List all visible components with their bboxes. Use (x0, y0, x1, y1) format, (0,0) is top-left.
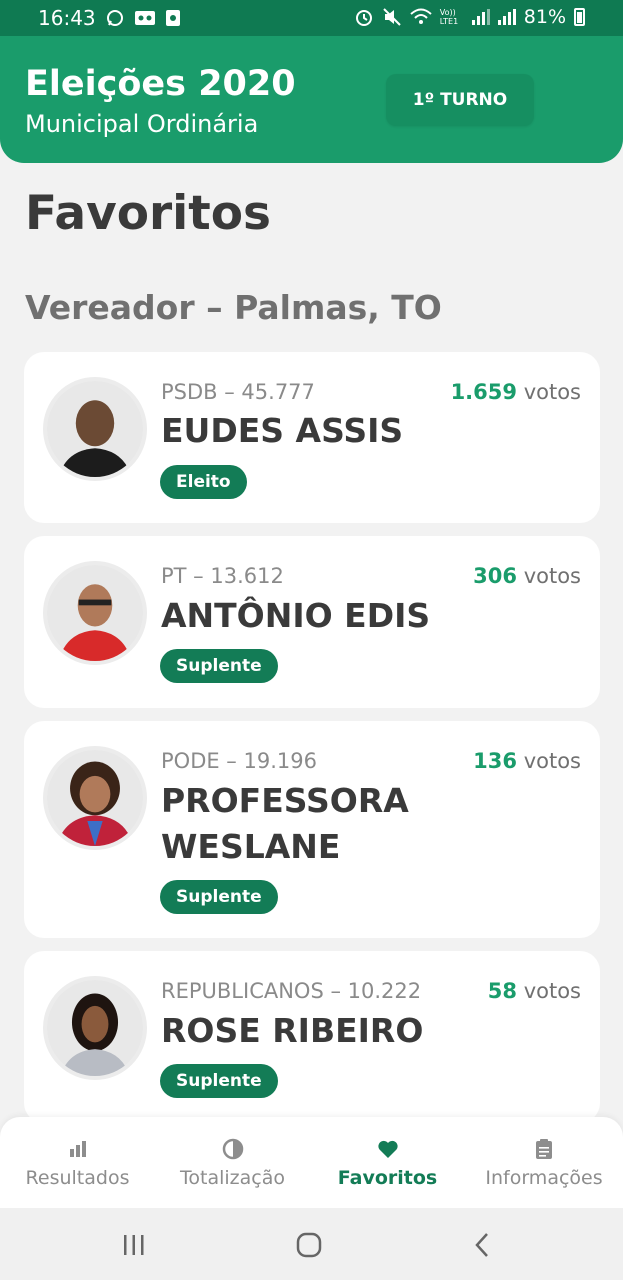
voicemail-icon (135, 11, 155, 25)
candidate-name: ROSE RIBEIRO (161, 1011, 424, 1050)
candidate-card[interactable]: PT – 13.612 306 votos ANTÔNIO EDIS Suple… (24, 536, 600, 708)
candidate-votes: 58 votos (487, 979, 581, 1003)
clipboard-icon (536, 1138, 552, 1159)
header-subtitle: Municipal Ordinária (25, 110, 259, 138)
nav-informacoes[interactable]: Informações (465, 1117, 623, 1208)
status-time: 16:43 (38, 6, 96, 30)
mute-icon (383, 8, 401, 26)
status-bar: 16:43 Vo)) LTE1 81% (0, 0, 623, 36)
system-nav-bar (0, 1208, 623, 1280)
nav-resultados[interactable]: Resultados (0, 1117, 155, 1208)
turno-button[interactable]: 1º TURNO (386, 74, 534, 126)
app-header: Eleições 2020 Municipal Ordinária 1º TUR… (0, 36, 623, 163)
back-icon[interactable] (468, 1230, 498, 1260)
home-icon[interactable] (294, 1230, 324, 1260)
candidate-party: PSDB – 45.777 (161, 380, 315, 404)
app-notification-icon (166, 10, 180, 26)
page-title: Favoritos (25, 186, 272, 241)
candidate-avatar (43, 746, 147, 850)
wifi-icon (410, 8, 432, 24)
battery-icon (574, 8, 585, 26)
nav-favoritos[interactable]: Favoritos (310, 1117, 465, 1208)
nav-label: Totalização (180, 1166, 285, 1189)
lte-label: Vo)) LTE1 (439, 8, 459, 26)
candidate-avatar (43, 561, 147, 665)
candidate-card[interactable]: REPUBLICANOS – 10.222 58 votos ROSE RIBE… (24, 951, 600, 1123)
bar-chart-icon (69, 1140, 86, 1157)
header-title: Eleições 2020 (25, 64, 296, 104)
whatsapp-icon (107, 10, 123, 26)
heart-icon (377, 1140, 398, 1158)
candidate-card[interactable]: PODE – 19.196 136 votos PROFESSORA WESLA… (24, 721, 600, 938)
nav-label: Resultados (25, 1166, 130, 1189)
candidate-avatar (43, 377, 147, 481)
candidate-name: EUDES ASSIS (161, 411, 404, 450)
pie-chart-icon (222, 1138, 243, 1159)
candidate-votes: 136 votos (473, 749, 581, 773)
status-badge: Suplente (160, 880, 278, 914)
candidate-votes: 306 votos (473, 564, 581, 588)
status-right: Vo)) LTE1 81% (354, 6, 585, 28)
nav-label: Informações (485, 1166, 603, 1189)
nav-label: Favoritos (337, 1166, 438, 1189)
status-badge: Suplente (160, 649, 278, 683)
candidate-votes: 1.659 votos (450, 380, 581, 404)
candidate-card[interactable]: PSDB – 45.777 1.659 votos EUDES ASSIS El… (24, 352, 600, 523)
status-badge: Suplente (160, 1064, 278, 1098)
battery-percent: 81% (523, 6, 566, 28)
signal-icon-2 (497, 9, 516, 25)
nav-totalizacao[interactable]: Totalização (155, 1117, 310, 1208)
candidate-party: PODE – 19.196 (161, 749, 317, 773)
bottom-nav: Resultados Totalização Favoritos Informa… (0, 1117, 623, 1208)
candidate-party: REPUBLICANOS – 10.222 (161, 979, 422, 1003)
recent-apps-icon[interactable] (119, 1230, 149, 1260)
section-title: Vereador – Palmas, TO (25, 288, 442, 327)
candidate-name: PROFESSORA WESLANE (161, 781, 409, 866)
candidate-name: ANTÔNIO EDIS (161, 596, 431, 635)
candidate-avatar (43, 976, 147, 1080)
alarm-icon (355, 10, 372, 26)
status-badge: Eleito (160, 465, 247, 499)
signal-icon (471, 9, 490, 25)
candidate-party: PT – 13.612 (161, 564, 284, 588)
